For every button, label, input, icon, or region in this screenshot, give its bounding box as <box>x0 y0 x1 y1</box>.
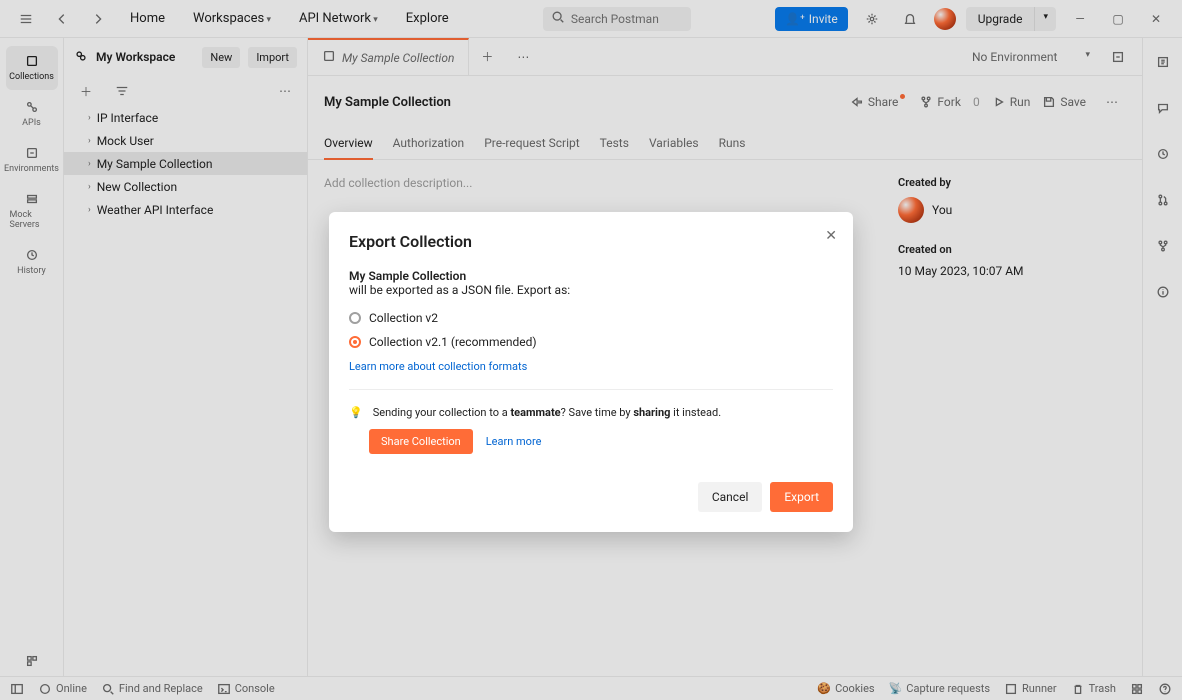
close-icon[interactable]: ✕ <box>825 228 837 244</box>
radio-label: Collection v2 <box>369 311 438 325</box>
tip-bold: sharing <box>633 406 670 419</box>
share-collection-button[interactable]: Share Collection <box>369 429 473 454</box>
tip-text: Sending your collection to a <box>373 406 511 419</box>
radio-option-v2[interactable]: Collection v2 <box>349 311 833 325</box>
learn-formats-link[interactable]: Learn more about collection formats <box>349 360 527 373</box>
cursor-icon: ↖ <box>788 512 799 527</box>
learn-more-link[interactable]: Learn more <box>486 435 542 448</box>
tip-text: it instead. <box>670 406 721 419</box>
separator <box>349 389 833 390</box>
radio-icon <box>349 312 361 324</box>
tip-bold: teammate <box>510 406 560 419</box>
export-collection-modal: ✕ Export Collection My Sample Collection… <box>329 212 853 532</box>
modal-subtitle: will be exported as a JSON file. Export … <box>349 283 833 297</box>
radio-label: Collection v2.1 (recommended) <box>369 335 537 349</box>
export-button[interactable]: Export ↖ <box>770 482 833 512</box>
modal-overlay[interactable]: ✕ Export Collection My Sample Collection… <box>0 0 1182 700</box>
modal-collection-name: My Sample Collection <box>349 269 833 283</box>
export-label: Export <box>784 490 819 504</box>
modal-title: Export Collection <box>349 232 833 251</box>
cancel-button[interactable]: Cancel <box>698 482 763 512</box>
tip-text: ? Save time by <box>561 406 634 419</box>
share-tip: 💡 Sending your collection to a teammate?… <box>349 406 833 419</box>
radio-option-v21[interactable]: Collection v2.1 (recommended) <box>349 335 833 349</box>
radio-icon <box>349 336 361 348</box>
bulb-icon: 💡 <box>349 406 363 419</box>
